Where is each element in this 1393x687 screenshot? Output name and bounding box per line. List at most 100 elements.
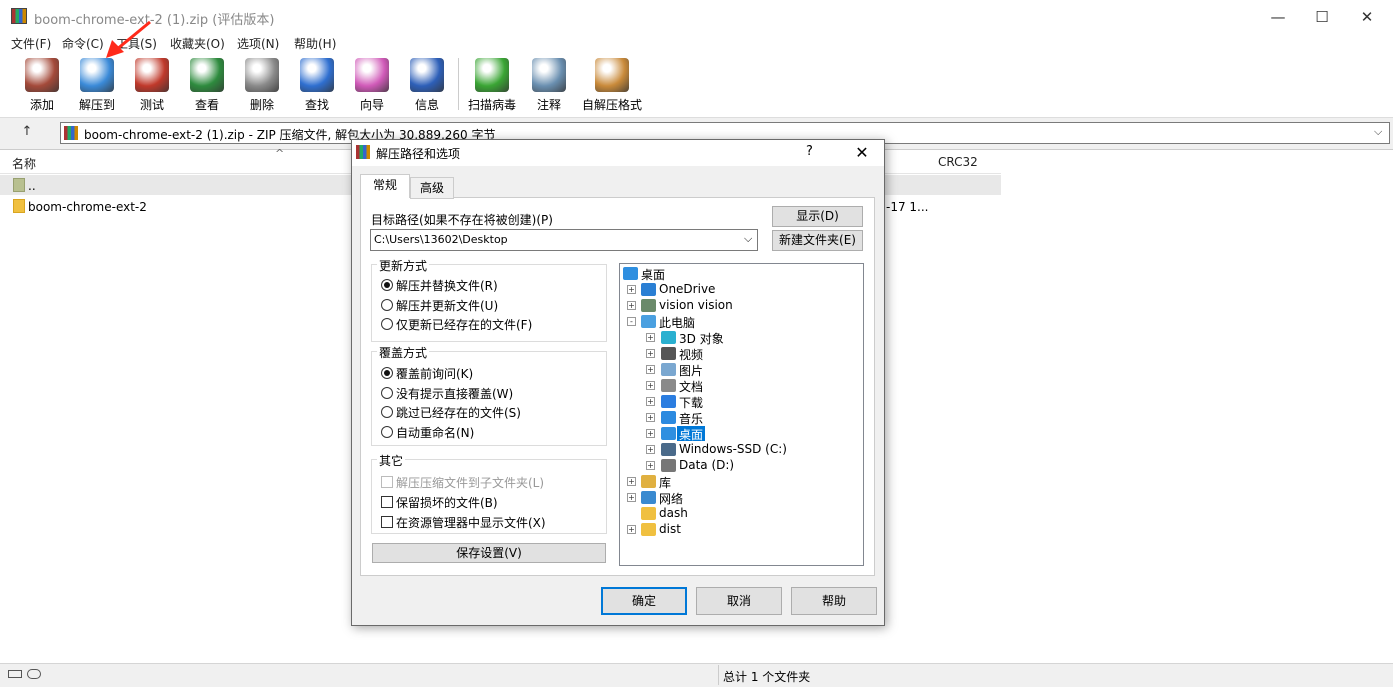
toolbar-button-folder-extract[interactable]: 解压到 [69,56,125,114]
cancel-button[interactable]: 取消 [696,587,782,615]
radio-label[interactable]: 覆盖前询问(K) [396,365,473,382]
tab-general[interactable]: 常规 [360,174,410,198]
3d-objects-icon [661,331,676,344]
pictures-icon [661,363,676,376]
tree-item[interactable]: 视频 [679,346,703,363]
expand-icon[interactable]: + [646,333,655,342]
toolbar-button-books[interactable]: 添加 [14,56,70,114]
tree-item[interactable]: dist [659,522,681,536]
video-icon [661,347,676,360]
folder-extract-icon [80,58,114,92]
clipboard-check-icon [135,58,169,92]
tree-item[interactable]: 文档 [679,378,703,395]
checkbox-label: 解压压缩文件到子文件夹(L) [396,476,545,490]
magic-wand-icon [355,58,389,92]
radio-label[interactable]: 没有提示直接覆盖(W) [396,385,513,402]
toolbar-label: 自解压格式 [581,98,642,112]
checkbox[interactable] [381,516,393,528]
radio-label[interactable]: 解压并更新文件(U) [396,297,498,314]
desktop-icon [623,267,638,280]
toolbar-label: 查看 [194,98,219,112]
collapse-icon[interactable]: - [627,317,636,326]
toolbar-button-info[interactable]: 信息 [402,56,452,114]
expand-icon[interactable]: + [627,477,636,486]
checkbox-label[interactable]: 保留损坏的文件(B) [396,494,498,511]
dialog-title: 解压路径和选项 [376,147,461,161]
download-icon [661,395,676,408]
expand-icon[interactable]: + [646,429,655,438]
save-settings-button[interactable]: 保存设置(V) [372,543,606,563]
drive-d-icon [661,459,676,472]
documents-icon [661,379,676,392]
dialog-help-button[interactable]: ? [806,144,813,159]
computer-icon [641,315,656,328]
overwrite-mode-title: 覆盖方式 [377,344,430,361]
toolbar-button-magic-wand[interactable]: 向导 [347,56,397,114]
destination-path-value: C:\Users\13602\Desktop [374,233,508,246]
help-button[interactable]: 帮助 [791,587,877,615]
tree-item[interactable]: 库 [659,474,671,491]
toolbar-label: 查找 [304,98,329,112]
show-button[interactable]: 显示(D) [772,206,863,227]
toolbar-button-trash[interactable]: 删除 [237,56,287,114]
expand-icon[interactable]: + [646,413,655,422]
expand-icon[interactable]: + [646,365,655,374]
toolbar-label: 扫描病毒 [467,98,516,112]
tree-item[interactable]: dash [659,506,688,520]
toolbar-button-clipboard-check[interactable]: 测试 [125,56,179,114]
chevron-down-icon[interactable]: ⌵ [744,232,752,246]
radio-button[interactable] [381,298,393,311]
tree-item[interactable]: 网络 [659,490,683,507]
magnifier-icon [300,58,334,92]
comment-icon [532,58,566,92]
toolbar-button-virus-scan[interactable]: 扫描病毒 [462,56,522,114]
radio-button[interactable] [381,367,393,379]
tree-item[interactable]: Data (D:) [679,458,734,472]
tree-item[interactable]: 图片 [679,362,703,379]
checkbox-label[interactable]: 在资源管理器中显示文件(X) [396,514,546,531]
tab-advanced[interactable]: 高级 [410,177,454,199]
desktop-icon [661,427,676,440]
tree-item[interactable]: 3D 对象 [679,330,724,347]
toolbar-button-comment[interactable]: 注释 [526,56,572,114]
expand-icon[interactable]: + [646,461,655,470]
tree-item[interactable]: 桌面 [641,266,665,283]
books-icon [25,58,59,92]
tree-item[interactable]: OneDrive [659,282,715,296]
expand-icon[interactable]: + [646,381,655,390]
radio-label[interactable]: 解压并替换文件(R) [396,277,498,294]
expand-icon[interactable]: + [627,301,636,310]
radio-label[interactable]: 自动重命名(N) [396,424,474,441]
cloud-icon [641,283,656,296]
toolbar-label: 测试 [139,98,164,112]
tree-item[interactable]: 音乐 [679,410,703,427]
radio-button[interactable] [381,279,393,291]
tree-item[interactable]: Windows-SSD (C:) [679,442,787,456]
tree-item[interactable]: vision vision [659,298,733,312]
radio-label[interactable]: 跳过已经存在的文件(S) [396,404,521,421]
radio-button[interactable] [381,425,393,438]
toolbar-button-magnifier[interactable]: 查找 [292,56,342,114]
radio-button[interactable] [381,318,393,330]
user-icon [641,299,656,312]
expand-icon[interactable]: + [627,285,636,294]
new-folder-button[interactable]: 新建文件夹(E) [772,230,863,251]
expand-icon[interactable]: + [646,397,655,406]
expand-icon[interactable]: + [646,445,655,454]
toolbar-button-sfx-box[interactable]: 自解压格式 [580,56,644,114]
radio-button[interactable] [381,386,393,399]
expand-icon[interactable]: + [646,349,655,358]
radio-label[interactable]: 仅更新已经存在的文件(F) [396,316,532,333]
expand-icon[interactable]: + [627,525,636,534]
checkbox[interactable] [381,496,393,508]
expand-icon[interactable]: + [627,493,636,502]
toolbar-button-book[interactable]: 查看 [182,56,232,114]
library-icon [641,475,656,488]
tree-item[interactable]: 桌面 [679,426,703,443]
tree-item[interactable]: 此电脑 [659,314,695,331]
tree-item[interactable]: 下载 [679,394,703,411]
toolbar-label: 信息 [414,98,439,112]
ok-button[interactable]: 确定 [601,587,687,615]
dialog-close-button[interactable]: ✕ [848,140,876,166]
radio-button[interactable] [381,406,393,418]
